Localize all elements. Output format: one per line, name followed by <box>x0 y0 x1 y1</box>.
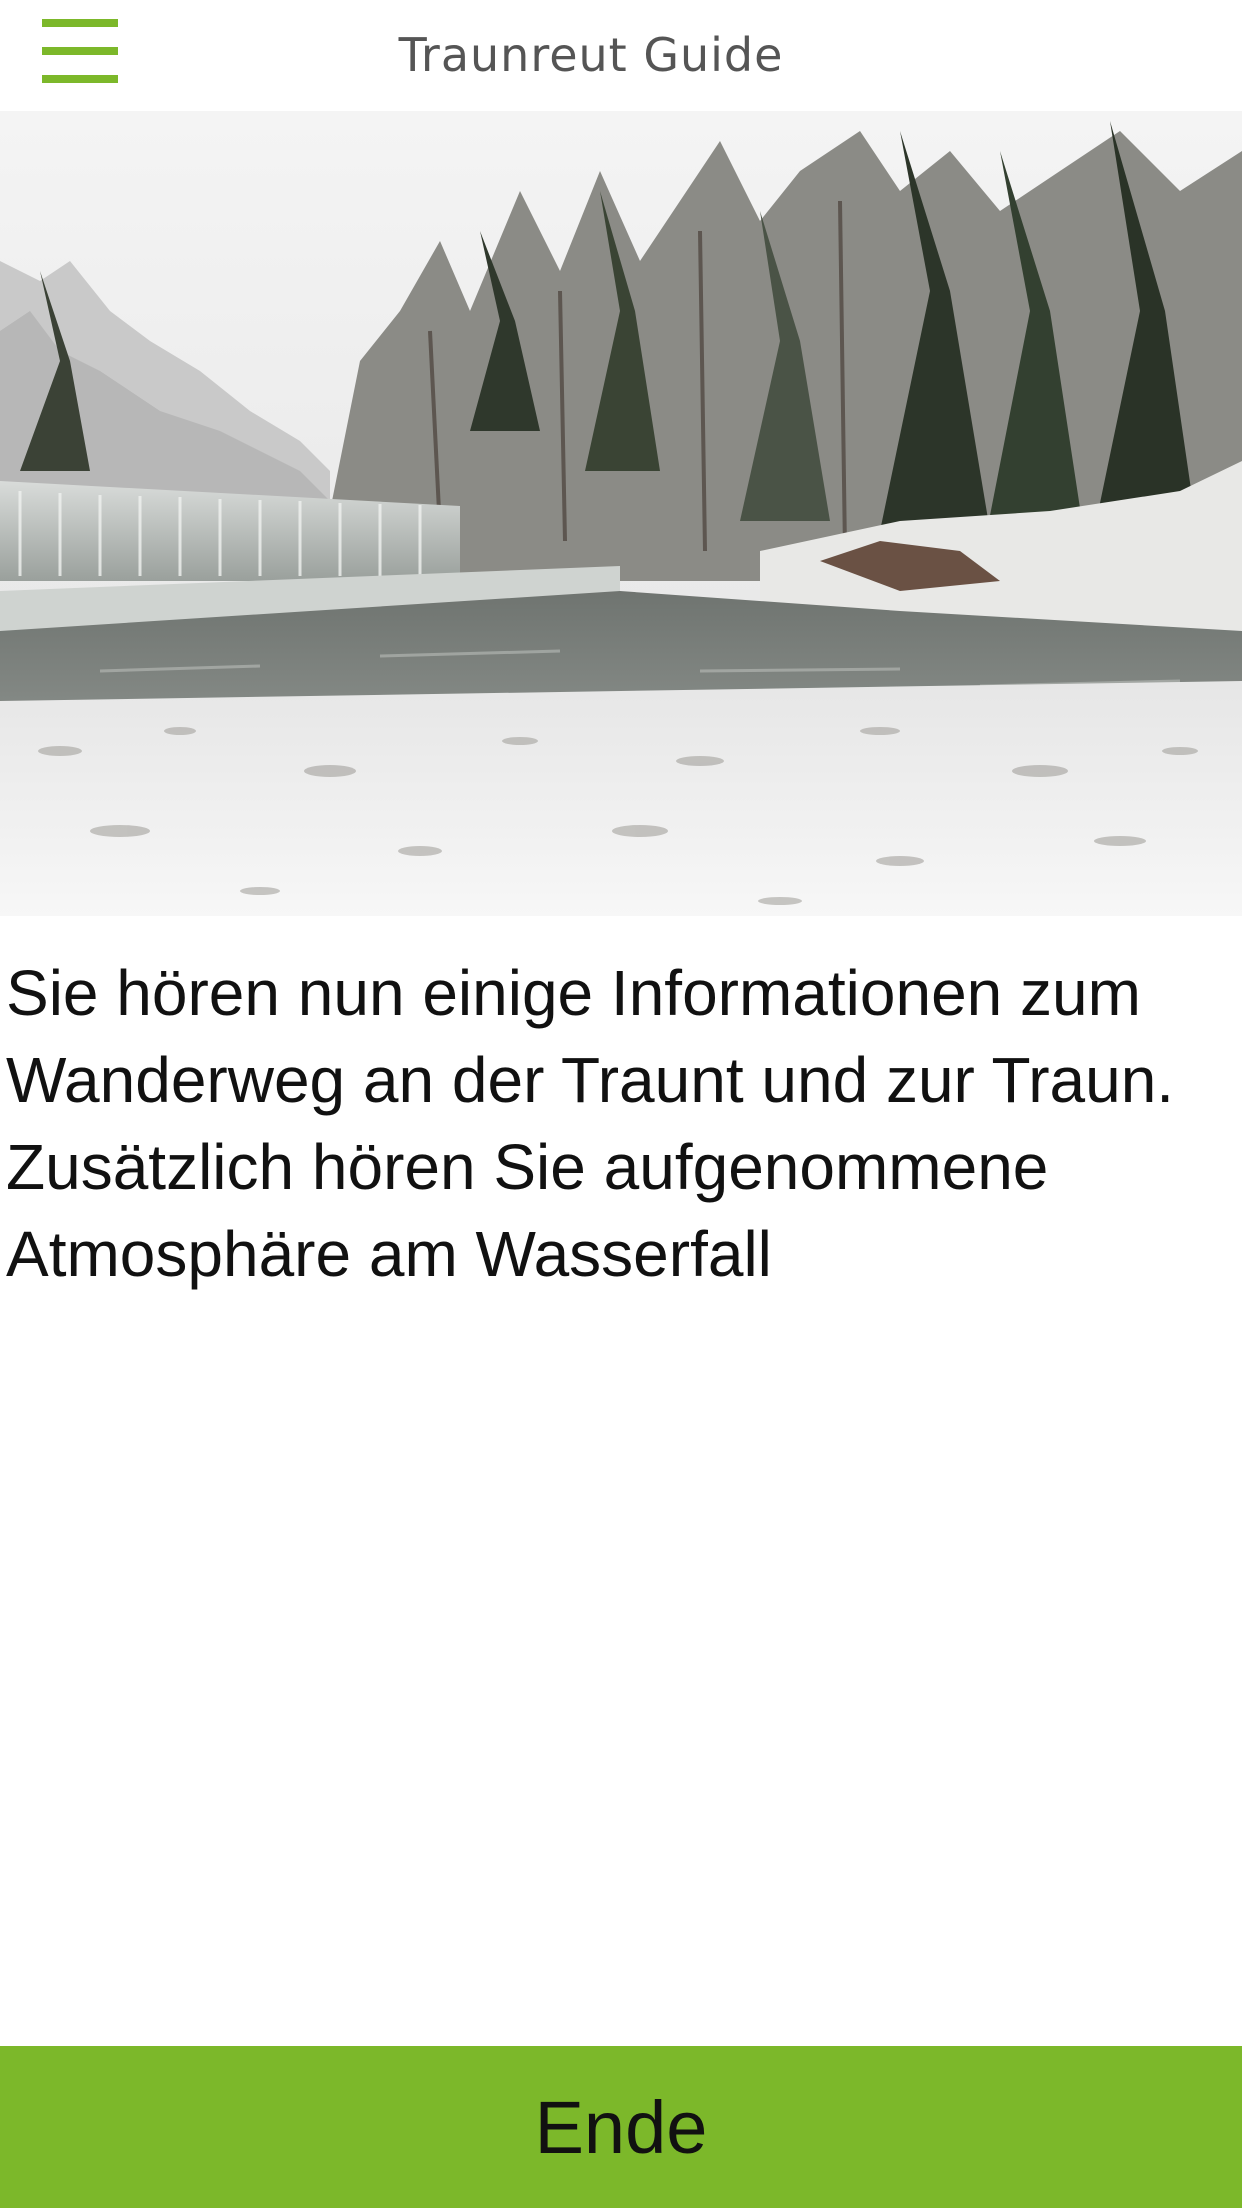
end-button-label: Ende <box>534 2085 708 2169</box>
snowy-river-landscape-image <box>0 111 1242 916</box>
app-header: Traunreut Guide <box>0 0 1242 111</box>
tour-description: Sie hören nun einige Informationen zum W… <box>6 957 1175 1290</box>
menu-bar-top <box>42 19 118 27</box>
app-screen: Traunreut Guide Sie hören nun einige Inf… <box>0 0 1242 2208</box>
end-button[interactable]: Ende <box>0 2046 1242 2208</box>
hero-image <box>0 111 1242 916</box>
app-title: Traunreut Guide <box>398 28 784 82</box>
